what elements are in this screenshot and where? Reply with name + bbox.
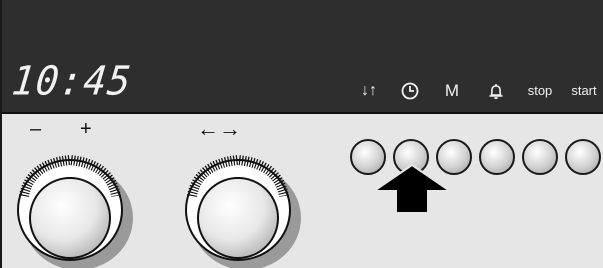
clock-icon <box>400 80 422 102</box>
display-strip: 10:45 ↓↑ M stop start <box>2 0 603 112</box>
stop-button[interactable] <box>522 139 558 175</box>
panel-divider <box>2 112 603 114</box>
knob-plus-label: + <box>80 118 92 140</box>
stop-label: stop <box>527 83 553 98</box>
mode-knob[interactable] <box>178 148 308 268</box>
start-button[interactable] <box>565 139 601 175</box>
memory-label: M <box>444 81 460 100</box>
fast-heat-icon: ↓↑ <box>361 82 377 99</box>
knob-minus-label: – <box>30 118 42 140</box>
temperature-knob[interactable] <box>10 148 140 268</box>
oven-control-panel: 10:45 ↓↑ M stop start – + ←→ <box>0 0 603 268</box>
alarm-button[interactable] <box>479 139 515 175</box>
knob-arrows-label: ←→ <box>197 116 241 141</box>
clock-display: 10:45 <box>9 57 134 105</box>
start-label: start <box>571 83 597 98</box>
arrow-up-icon <box>372 163 452 214</box>
bell-icon <box>486 80 508 102</box>
